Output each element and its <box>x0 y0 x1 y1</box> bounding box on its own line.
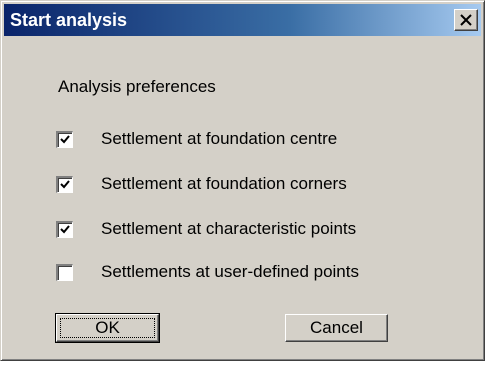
checkbox-foundation-corners[interactable] <box>56 176 73 193</box>
focus-rectangle <box>60 318 155 338</box>
checkbox-user-defined-points[interactable] <box>56 264 73 281</box>
option-label-foundation-corners: Settlement at foundation corners <box>101 174 347 193</box>
start-analysis-dialog: Start analysis Analysis preferences Sett… <box>0 0 485 361</box>
checkbox-characteristic-points[interactable] <box>56 221 73 238</box>
check-icon <box>60 180 70 189</box>
close-icon <box>460 14 472 26</box>
option-label-characteristic-points: Settlement at characteristic points <box>101 219 357 238</box>
option-label-foundation-centre: Settlement at foundation centre <box>101 129 338 148</box>
cancel-button[interactable]: Cancel <box>285 314 388 342</box>
cancel-button-label: Cancel <box>310 318 363 337</box>
check-icon <box>60 225 70 234</box>
ok-button[interactable]: OK <box>55 313 160 343</box>
checkbox-foundation-centre[interactable] <box>56 131 73 148</box>
close-button[interactable] <box>454 9 478 31</box>
dialog-title: Start analysis <box>10 10 128 30</box>
check-icon <box>60 135 70 144</box>
option-label-user-defined-points: Settlements at user-defined points <box>101 262 359 281</box>
analysis-preferences-label: Analysis preferences <box>58 77 216 96</box>
dialog-titlebar[interactable]: Start analysis <box>4 4 481 36</box>
